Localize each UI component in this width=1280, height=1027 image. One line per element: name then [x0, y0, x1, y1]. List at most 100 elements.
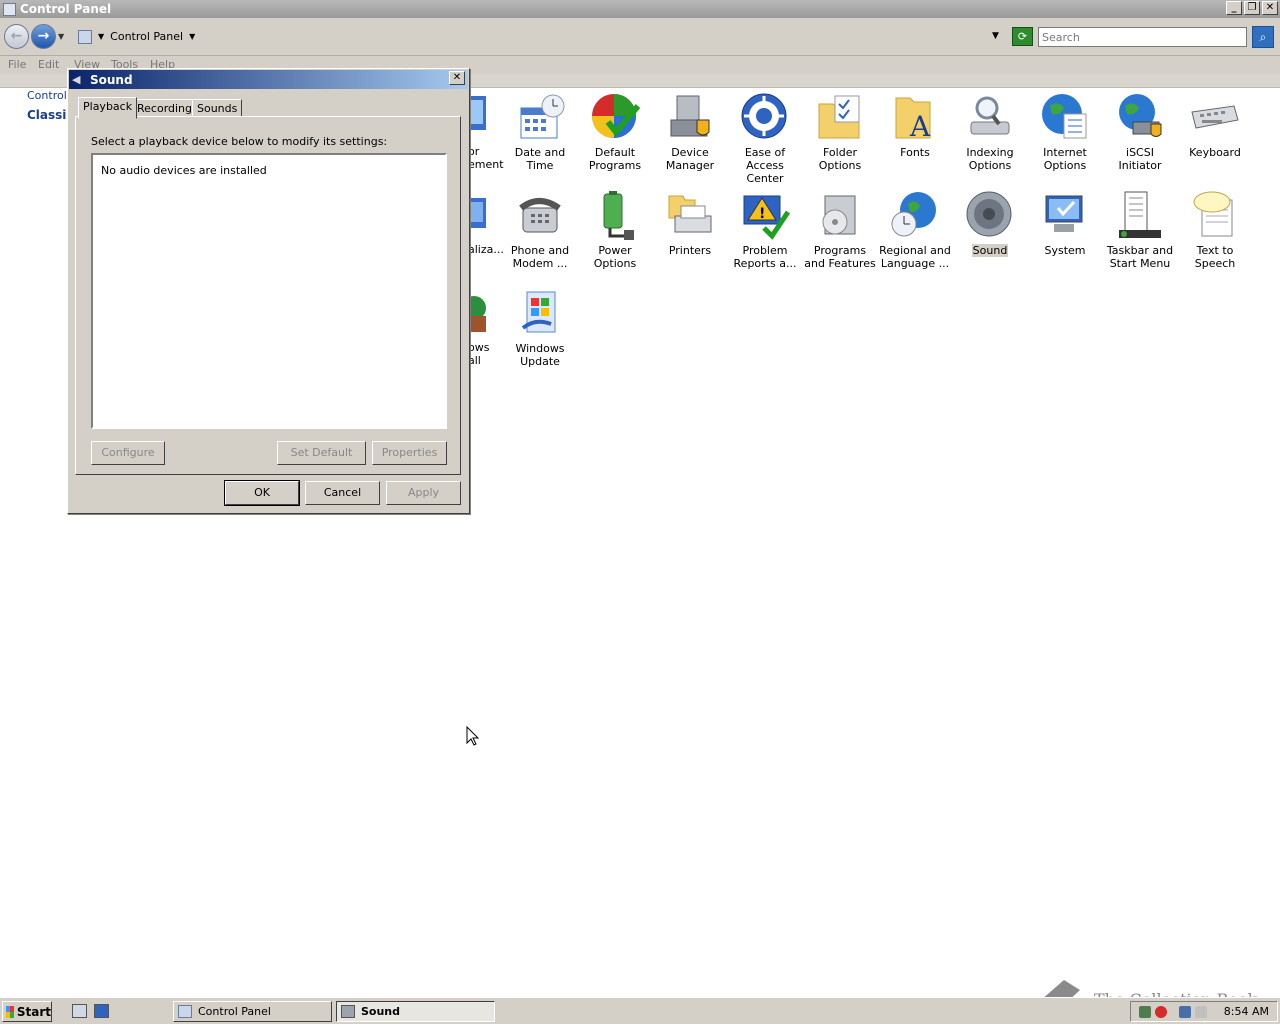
tab-playback[interactable]: Playback	[78, 97, 138, 119]
item-label: Folder Options	[818, 146, 862, 172]
refresh-button[interactable]: ⟳	[1012, 27, 1033, 46]
chevron-down-icon[interactable]: ▼	[98, 32, 104, 41]
server-manager-icon[interactable]	[72, 1004, 87, 1018]
minimize-button[interactable]: _	[1226, 1, 1242, 15]
item-label: Regional and Language ...	[879, 244, 951, 270]
apply-button[interactable]: Apply	[386, 481, 461, 505]
item-label: Printers	[668, 244, 712, 257]
network-icon[interactable]	[1139, 1006, 1151, 1018]
taskbar-item-sound[interactable]: Sound	[336, 1001, 495, 1022]
item-fonts[interactable]: A Fonts	[878, 92, 952, 159]
tab-sounds[interactable]: Sounds	[192, 99, 243, 117]
item-device-manager[interactable]: Device Manager	[653, 92, 727, 172]
item-label: Fonts	[900, 146, 930, 159]
speaker-icon	[341, 1005, 355, 1018]
menu-edit[interactable]: Edit	[38, 58, 59, 71]
svg-text:!: !	[759, 206, 765, 222]
indexing-icon	[965, 92, 1015, 142]
item-regional-and-language[interactable]: Regional and Language ...	[878, 190, 952, 270]
item-label: Sound	[971, 244, 1009, 257]
item-ease-of-access-center[interactable]: Ease of Access Center	[728, 92, 802, 185]
item-indexing-options[interactable]: Indexing Options	[953, 92, 1027, 172]
ok-button[interactable]: OK	[224, 480, 300, 506]
dialog-title: Sound	[90, 72, 133, 87]
computer-icon[interactable]	[1179, 1006, 1191, 1018]
close-button[interactable]: ✕	[1262, 1, 1278, 15]
svg-text:A: A	[909, 110, 931, 142]
back-button[interactable]: ←	[4, 24, 29, 49]
window-title: Control Panel	[20, 2, 112, 16]
item-label: Problem Reports a...	[733, 244, 797, 270]
item-label: Device Manager	[665, 146, 715, 172]
properties-button[interactable]: Properties	[372, 441, 447, 465]
fonts-folder-icon: A	[890, 92, 940, 143]
control-panel-icon	[78, 29, 92, 44]
set-default-button[interactable]: Set Default	[277, 441, 366, 465]
system-tray: 8:54 AM	[1130, 1001, 1278, 1022]
speech-bubble-icon	[1190, 190, 1240, 240]
recent-pages-dropdown[interactable]: ▼	[58, 32, 64, 41]
item-problem-reports[interactable]: ! Problem Reports a...	[728, 190, 802, 270]
playback-device-list[interactable]: No audio devices are installed	[91, 153, 447, 429]
address-toolbar: ← → ▼ ▼ Control Panel ▼ ▼ ⟳ Search ⌕	[0, 18, 1280, 56]
item-windows-update[interactable]: Windows Update	[503, 288, 577, 368]
item-system[interactable]: System	[1028, 190, 1102, 257]
search-input[interactable]: Search	[1038, 27, 1247, 47]
control-panel-home-link[interactable]: Control	[27, 89, 67, 102]
menu-file[interactable]: File	[8, 58, 26, 71]
dialog-close-button[interactable]: ✕	[449, 71, 465, 85]
restore-button[interactable]: ❐	[1244, 1, 1260, 15]
item-label: Text to Speech	[1194, 244, 1236, 270]
playback-instruction: Select a playback device below to modify…	[91, 135, 388, 148]
tab-recording[interactable]: Recording	[132, 99, 198, 117]
globe-clock-icon	[890, 190, 940, 240]
task-label: Control Panel	[198, 1005, 271, 1018]
breadcrumb[interactable]: Control Panel	[110, 30, 183, 43]
item-power-options[interactable]: Power Options	[578, 190, 652, 270]
window-title-bar: Control Panel _ ❐ ✕	[0, 0, 1280, 18]
chevron-down-icon[interactable]: ▼	[189, 32, 195, 41]
battery-icon	[590, 190, 640, 240]
item-default-programs[interactable]: Default Programs	[578, 92, 652, 172]
taskbar-item-control-panel[interactable]: Control Panel	[173, 1001, 332, 1022]
taskbar: Start Control Panel Sound 8:54 AM	[0, 997, 1280, 1024]
default-programs-icon	[590, 92, 641, 142]
item-text-to-speech[interactable]: Text to Speech	[1178, 190, 1252, 270]
start-button[interactable]: Start	[2, 1001, 52, 1022]
address-bar[interactable]: ▼ Control Panel ▼	[76, 26, 1006, 47]
item-programs-and-features[interactable]: Programs and Features	[803, 190, 877, 270]
item-sound[interactable]: Sound	[953, 190, 1027, 257]
empty-list-message: No audio devices are installed	[101, 164, 267, 177]
item-label: Keyboard	[1189, 146, 1241, 159]
item-taskbar-and-start-menu[interactable]: Taskbar and Start Menu	[1103, 190, 1177, 270]
item-label: Power Options	[593, 244, 637, 270]
search-icon[interactable]: ⌕	[1252, 26, 1274, 48]
windows-flag-icon	[6, 1005, 14, 1018]
item-date-and-time[interactable]: Date and Time	[503, 92, 577, 172]
item-internet-options[interactable]: Internet Options	[1028, 92, 1102, 172]
clock[interactable]: 8:54 AM	[1224, 1005, 1269, 1018]
device-manager-icon	[665, 92, 715, 142]
cancel-button[interactable]: Cancel	[305, 481, 380, 505]
item-label: Programs and Features	[804, 244, 876, 270]
phone-icon	[515, 190, 565, 240]
alert-icon[interactable]	[1155, 1006, 1167, 1018]
item-label: Date and Time	[514, 146, 566, 172]
partial-item-label: aliza...	[468, 243, 504, 256]
show-desktop-icon[interactable]	[94, 1004, 109, 1018]
keyboard-icon	[1190, 92, 1240, 142]
volume-muted-icon[interactable]	[1195, 1006, 1207, 1018]
item-label: Taskbar and Start Menu	[1106, 244, 1174, 270]
item-phone-and-modem[interactable]: Phone and Modem ...	[503, 190, 577, 270]
item-label: Phone and Modem ...	[510, 244, 570, 270]
calendar-clock-icon	[515, 92, 565, 142]
printer-icon	[665, 190, 715, 240]
address-dropdown-icon[interactable]: ▼	[992, 31, 999, 41]
configure-button[interactable]: Configure	[91, 441, 165, 465]
control-panel-icon	[3, 2, 16, 16]
forward-button[interactable]: →	[31, 24, 56, 49]
item-printers[interactable]: Printers	[653, 190, 727, 257]
item-folder-options[interactable]: Folder Options	[803, 92, 877, 172]
item-keyboard[interactable]: Keyboard	[1178, 92, 1252, 159]
item-iscsi-initiator[interactable]: iSCSI Initiator	[1103, 92, 1177, 172]
